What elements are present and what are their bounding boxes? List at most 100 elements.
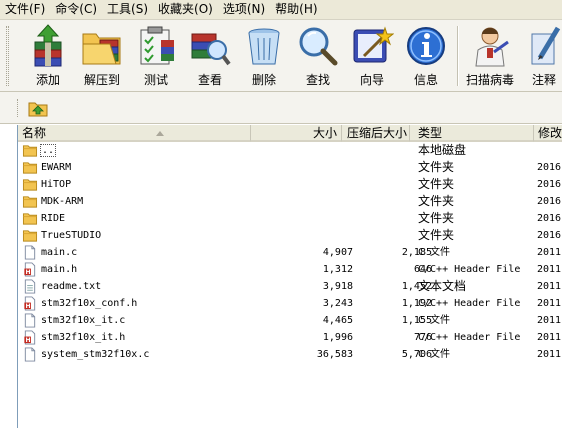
menu-file[interactable]: 文件(F) [0, 0, 50, 19]
toolbar-separator [457, 26, 459, 86]
folder-icon [22, 179, 38, 191]
file-name: stm32f10x_it.c [38, 312, 248, 329]
column-header-type[interactable]: 类型 [410, 125, 534, 142]
file-modified-text: 2016, [537, 230, 562, 241]
file-modified-text: 2011, [537, 281, 562, 292]
file-name: stm32f10x_it.h [38, 329, 248, 346]
file-type-text: C/C++ Header File [418, 332, 521, 343]
file-type: 文件夹 [418, 193, 536, 210]
folder-icon [22, 162, 38, 174]
virus-scan-button[interactable]: 扫描病毒 [463, 20, 517, 91]
file-modified: 2011, [537, 329, 562, 346]
add-button[interactable]: 添加 [21, 20, 75, 91]
file-name: stm32f10x_conf.h [38, 295, 248, 312]
file-name-text: main.h [41, 264, 78, 275]
file-name-text: TrueSTUDIO [41, 230, 102, 241]
file-size-text: 3,243 [322, 298, 353, 309]
file-row[interactable]: main.c4,9072,185C 文件2011, [18, 244, 562, 261]
file-type: C/C++ Header File [418, 329, 536, 346]
text-file-icon [24, 279, 36, 294]
file-name: RIDE [38, 210, 248, 227]
c-file-icon [24, 245, 36, 260]
file-type: 文本文档 [418, 278, 536, 295]
menu-command[interactable]: 命令(C) [50, 0, 102, 19]
column-header-modified[interactable]: 修改时 [534, 125, 562, 142]
file-type: C/C++ Header File [418, 261, 536, 278]
column-name-label: 名称 [22, 126, 47, 140]
file-name: EWARM [38, 159, 248, 176]
extract-button[interactable]: 解压到 [75, 20, 129, 91]
file-modified-text: 2016, [537, 179, 562, 190]
file-type-text: 本地磁盘 [418, 143, 467, 157]
file-row[interactable]: readme.txt3,9181,452文本文档2011, [18, 278, 562, 295]
file-row[interactable]: MDK-ARM 文件夹 2016, [18, 193, 562, 210]
column-modified-label: 修改时 [538, 126, 562, 140]
svg-text:H: H [26, 337, 31, 344]
file-name-text: RIDE [41, 213, 66, 224]
address-bar-grip[interactable] [17, 99, 19, 117]
file-row[interactable]: stm32f10x_it.c4,4651,155C 文件2011, [18, 312, 562, 329]
file-size: 1,996 [251, 329, 355, 346]
wizard-button[interactable]: 向导 [345, 20, 399, 91]
file-modified: 2011, [537, 312, 562, 329]
comment-button[interactable]: 注释 [517, 20, 562, 91]
file-size [251, 193, 355, 210]
delete-button[interactable]: 删除 [237, 20, 291, 91]
file-type: C 文件 [418, 312, 536, 329]
file-row[interactable]: TrueSTUDIO 文件夹 2016, [18, 227, 562, 244]
test-button[interactable]: 测试 [129, 20, 183, 91]
h-file-icon: H [24, 296, 36, 311]
file-name: HiTOP [38, 176, 248, 193]
menu-help[interactable]: 帮助(H) [270, 0, 322, 19]
column-compressed-label: 压缩后大小 [346, 126, 407, 140]
find-label: 查找 [305, 73, 330, 87]
up-folder-icon[interactable] [28, 99, 48, 117]
file-row[interactable]: system_stm32f10x.c36,5835,706C 文件2011, [18, 346, 562, 363]
file-type-text: 文本文档 [418, 279, 467, 293]
file-modified-text: 2016, [537, 162, 562, 173]
add-archive-icon [34, 24, 62, 67]
toolbar-grip[interactable] [6, 26, 9, 86]
file-size: 3,918 [251, 278, 355, 295]
test-clipboard-icon [140, 26, 174, 65]
file-row[interactable]: HiTOP 文件夹 2016, [18, 176, 562, 193]
file-size [251, 159, 355, 176]
file-size [251, 142, 355, 159]
file-type: C 文件 [418, 244, 536, 261]
menu-options[interactable]: 选项(N) [218, 0, 270, 19]
find-button[interactable]: 查找 [291, 20, 345, 91]
file-row[interactable]: Hstm32f10x_it.h 1,996 776 C/C++ Header File… [18, 329, 562, 346]
extract-label: 解压到 [83, 73, 120, 87]
file-row[interactable]: Hmain.h1,312646C/C++ Header File2011, [18, 261, 562, 278]
column-header-compressed[interactable]: 压缩后大小 [342, 125, 410, 142]
folder-icon [22, 213, 38, 225]
menu-favorites[interactable]: 收藏夹(O) [153, 0, 218, 19]
file-size [251, 176, 355, 193]
menu-tools[interactable]: 工具(S) [102, 0, 153, 19]
column-header-name[interactable]: 名称 [18, 125, 251, 142]
file-row[interactable]: RIDE 文件夹 2016, [18, 210, 562, 227]
file-row[interactable]: .. 本地磁盘 [18, 142, 562, 159]
file-type-text: 文件夹 [418, 228, 455, 242]
file-size-text: 3,918 [322, 281, 353, 292]
file-size-text: 1,312 [322, 264, 353, 275]
column-header-size[interactable]: 大小 [251, 125, 342, 142]
file-modified [537, 142, 562, 159]
comment-pen-icon [531, 26, 561, 65]
view-button[interactable]: 查看 [183, 20, 237, 91]
file-modified: 2016, [537, 159, 562, 176]
file-name: main.h [38, 261, 248, 278]
menu-bar: 文件(F) 命令(C) 工具(S) 收藏夹(O) 选项(N) 帮助(H) [0, 0, 562, 19]
file-name: .. [38, 142, 248, 159]
address-bar [0, 92, 562, 124]
file-modified: 2011, [537, 261, 562, 278]
file-modified-text: 2011, [537, 315, 562, 326]
file-size [251, 210, 355, 227]
info-button[interactable]: 信息 [399, 20, 453, 91]
file-type-text: C/C++ Header File [418, 264, 521, 275]
file-row[interactable]: EWARM 文件夹 2016, [18, 159, 562, 176]
file-name-text: stm32f10x_it.h [41, 332, 126, 343]
file-row[interactable]: Hstm32f10x_conf.h 3,243 1,192 C/C++ Header … [18, 295, 562, 312]
file-size: 36,583 [251, 346, 355, 363]
file-type-text: C 文件 [418, 247, 451, 258]
